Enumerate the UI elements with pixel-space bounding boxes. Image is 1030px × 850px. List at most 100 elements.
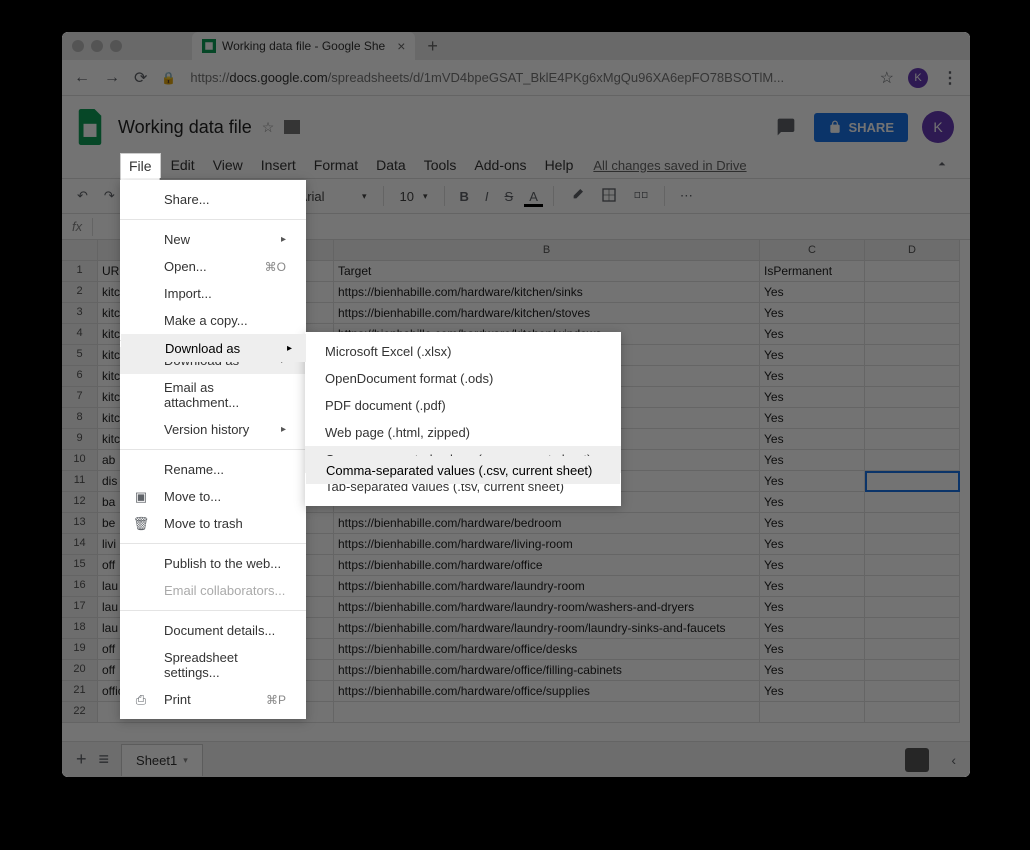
add-sheet-button[interactable]: + xyxy=(76,749,87,770)
cell[interactable] xyxy=(865,513,960,534)
maximize-window[interactable] xyxy=(110,40,122,52)
row-header[interactable]: 22 xyxy=(62,702,98,723)
menu-rename[interactable]: Rename... xyxy=(120,456,306,483)
menu-new[interactable]: New▸ xyxy=(120,226,306,253)
menu-edit[interactable]: Edit xyxy=(163,153,203,177)
cell[interactable]: Yes xyxy=(760,429,865,450)
cell[interactable]: https://bienhabille.com/hardware/kitchen… xyxy=(334,303,760,324)
sheets-logo-icon[interactable] xyxy=(72,103,108,151)
cell[interactable]: https://bienhabille.com/hardware/bedroom xyxy=(334,513,760,534)
sheet-tab-menu-icon[interactable]: ▾ xyxy=(183,755,188,766)
cell[interactable]: Yes xyxy=(760,324,865,345)
chevron-left-icon[interactable]: ‹ xyxy=(951,752,956,768)
cell[interactable] xyxy=(865,492,960,513)
cell[interactable]: Yes xyxy=(760,366,865,387)
menu-move-trash[interactable]: 🗑Move to trash xyxy=(120,510,306,537)
row-header[interactable]: 19 xyxy=(62,639,98,660)
redo-button[interactable]: ↷ xyxy=(99,184,120,208)
all-sheets-button[interactable]: ≡ xyxy=(99,749,110,770)
forward-button[interactable]: → xyxy=(104,69,120,87)
csv-highlight[interactable]: Comma-separated values (.csv, current sh… xyxy=(306,456,620,484)
menu-file[interactable]: File xyxy=(120,153,161,178)
row-header[interactable]: 21 xyxy=(62,681,98,702)
cell[interactable]: https://bienhabille.com/hardware/office/… xyxy=(334,681,760,702)
cell[interactable]: https://bienhabille.com/hardware/laundry… xyxy=(334,576,760,597)
submenu-ods[interactable]: OpenDocument format (.ods) xyxy=(305,365,621,392)
menu-help[interactable]: Help xyxy=(537,153,582,177)
row-header[interactable]: 13 xyxy=(62,513,98,534)
italic-button[interactable]: I xyxy=(480,185,494,208)
cell[interactable]: Yes xyxy=(760,681,865,702)
menu-view[interactable]: View xyxy=(205,153,251,177)
cell[interactable]: Yes xyxy=(760,513,865,534)
cell[interactable]: Target xyxy=(334,261,760,282)
cell[interactable] xyxy=(865,639,960,660)
cell[interactable] xyxy=(865,471,960,492)
cell[interactable] xyxy=(865,534,960,555)
bookmark-icon[interactable]: ☆ xyxy=(880,68,894,88)
cell[interactable]: https://bienhabille.com/hardware/laundry… xyxy=(334,597,760,618)
share-button[interactable]: SHARE xyxy=(814,113,908,142)
cell[interactable]: Yes xyxy=(760,450,865,471)
minimize-window[interactable] xyxy=(91,40,103,52)
menu-open[interactable]: Open...⌘O xyxy=(120,253,306,280)
row-header[interactable]: 6 xyxy=(62,366,98,387)
cell[interactable]: Yes xyxy=(760,534,865,555)
cell[interactable] xyxy=(865,366,960,387)
cell[interactable]: Yes xyxy=(760,471,865,492)
new-tab-button[interactable]: + xyxy=(427,36,438,57)
row-header[interactable]: 7 xyxy=(62,387,98,408)
comments-button[interactable] xyxy=(772,113,800,141)
row-header[interactable]: 2 xyxy=(62,282,98,303)
row-header[interactable]: 12 xyxy=(62,492,98,513)
cell[interactable]: https://bienhabille.com/hardware/office xyxy=(334,555,760,576)
document-title[interactable]: Working data file xyxy=(118,117,252,138)
cell[interactable]: Yes xyxy=(760,660,865,681)
cell[interactable] xyxy=(865,345,960,366)
close-tab-icon[interactable]: × xyxy=(397,38,405,54)
cell[interactable]: https://bienhabille.com/hardware/living-… xyxy=(334,534,760,555)
cell[interactable]: IsPermanent xyxy=(760,261,865,282)
save-status[interactable]: All changes saved in Drive xyxy=(593,158,746,173)
cell[interactable] xyxy=(865,576,960,597)
cell[interactable] xyxy=(865,450,960,471)
column-header[interactable]: B xyxy=(334,240,760,261)
menu-import[interactable]: Import... xyxy=(120,280,306,307)
row-header[interactable]: 11 xyxy=(62,471,98,492)
cell[interactable]: Yes xyxy=(760,555,865,576)
cell[interactable] xyxy=(865,429,960,450)
fill-color-button[interactable] xyxy=(564,183,590,210)
cell[interactable] xyxy=(865,408,960,429)
undo-button[interactable]: ↶ xyxy=(72,184,93,208)
cell[interactable]: Yes xyxy=(760,576,865,597)
row-header[interactable]: 3 xyxy=(62,303,98,324)
row-header[interactable]: 20 xyxy=(62,660,98,681)
cell[interactable] xyxy=(865,261,960,282)
column-header[interactable]: C xyxy=(760,240,865,261)
submenu-html[interactable]: Web page (.html, zipped) xyxy=(305,419,621,446)
cell[interactable] xyxy=(865,387,960,408)
cell[interactable] xyxy=(865,702,960,723)
menu-email-attachment[interactable]: Email as attachment... xyxy=(120,374,306,416)
cell[interactable] xyxy=(865,681,960,702)
cell[interactable] xyxy=(865,660,960,681)
cell[interactable]: Yes xyxy=(760,597,865,618)
row-header[interactable]: 17 xyxy=(62,597,98,618)
cell[interactable]: Yes xyxy=(760,303,865,324)
strikethrough-button[interactable]: S xyxy=(500,185,519,208)
row-header[interactable]: 18 xyxy=(62,618,98,639)
account-avatar[interactable]: K xyxy=(922,111,954,143)
menu-spreadsheet-settings[interactable]: Spreadsheet settings... xyxy=(120,644,306,686)
cell[interactable] xyxy=(865,303,960,324)
menu-format[interactable]: Format xyxy=(306,153,366,177)
browser-tab[interactable]: Working data file - Google She × xyxy=(192,32,415,60)
menu-publish[interactable]: Publish to the web... xyxy=(120,550,306,577)
row-header[interactable]: 14 xyxy=(62,534,98,555)
menu-version-history[interactable]: Version history▸ xyxy=(120,416,306,443)
cell[interactable]: Yes xyxy=(760,345,865,366)
row-header[interactable]: 8 xyxy=(62,408,98,429)
font-size[interactable]: 10▾ xyxy=(394,187,434,206)
back-button[interactable]: ← xyxy=(74,69,90,87)
cell[interactable] xyxy=(865,324,960,345)
menu-addons[interactable]: Add-ons xyxy=(466,153,534,177)
